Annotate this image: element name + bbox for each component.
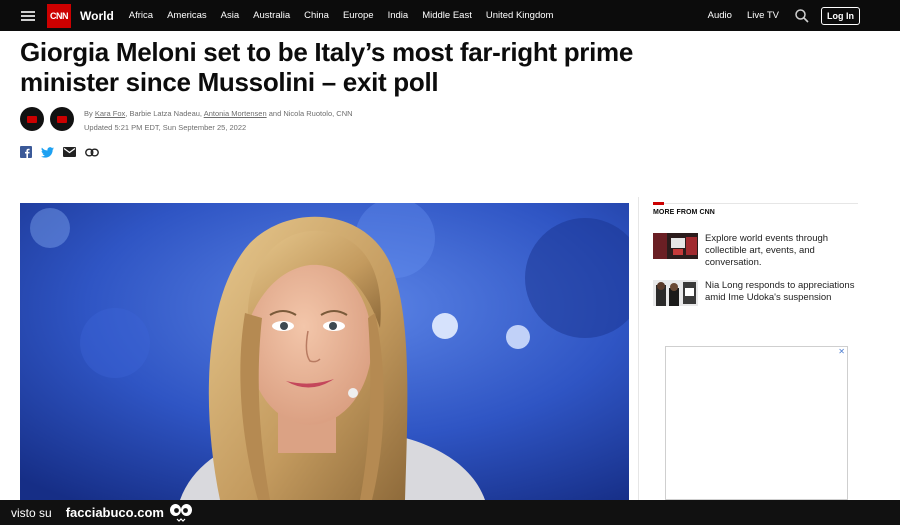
rail-story[interactable]: Explore world events through collectible… bbox=[653, 233, 858, 269]
rail-story-thumbnail[interactable] bbox=[653, 280, 698, 306]
byline: By Kara Fox, Barbie Latza Nadeau, Antoni… bbox=[20, 107, 353, 135]
article-headline: Giorgia Meloni set to be Italy’s most fa… bbox=[20, 37, 634, 97]
nav-links: Africa Americas Asia Australia China Eur… bbox=[129, 10, 568, 21]
more-from-cnn-heading: MORE FROM CNN bbox=[653, 209, 715, 216]
nav-link-united-kingdom[interactable]: United Kingdom bbox=[486, 10, 554, 21]
nav-link-china[interactable]: China bbox=[304, 10, 329, 21]
section-title[interactable]: World bbox=[80, 9, 114, 23]
rail-story-headline[interactable]: Nia Long responds to appreciations amid … bbox=[705, 280, 858, 306]
nav-link-audio[interactable]: Audio bbox=[708, 10, 732, 21]
watermark-eyes-icon bbox=[169, 503, 193, 523]
hamburger-menu-icon[interactable] bbox=[21, 10, 35, 21]
rail-story-headline[interactable]: Explore world events through collectible… bbox=[705, 233, 858, 269]
nav-link-europe[interactable]: Europe bbox=[343, 10, 374, 21]
nav-link-australia[interactable]: Australia bbox=[253, 10, 290, 21]
byline-prefix: By bbox=[84, 109, 93, 118]
watermark-visto-text: visto su bbox=[11, 505, 52, 520]
author-avatar[interactable] bbox=[20, 107, 44, 131]
nav-link-middle-east[interactable]: Middle East bbox=[422, 10, 472, 21]
nav-link-africa[interactable]: Africa bbox=[129, 10, 153, 21]
byline-separator: , Barbie Latza Nadeau, bbox=[125, 109, 204, 118]
nav-link-asia[interactable]: Asia bbox=[221, 10, 239, 21]
rail-story[interactable]: Nia Long responds to appreciations amid … bbox=[653, 280, 858, 306]
nav-right: Audio Live TV Log In bbox=[708, 0, 860, 31]
byline-text: By Kara Fox, Barbie Latza Nadeau, Antoni… bbox=[84, 107, 353, 135]
nav-link-india[interactable]: India bbox=[388, 10, 409, 21]
top-navigation-bar: CNN World Africa Americas Asia Australia… bbox=[0, 0, 900, 31]
email-icon[interactable] bbox=[63, 147, 76, 157]
rail-top-line bbox=[653, 203, 858, 204]
login-button[interactable]: Log In bbox=[821, 6, 860, 25]
ad-close-icon[interactable]: ✕ bbox=[838, 347, 845, 357]
hero-image[interactable] bbox=[20, 203, 629, 500]
updated-timestamp: Updated 5:21 PM EDT, Sun September 25, 2… bbox=[84, 123, 247, 132]
rail-accent-bar bbox=[653, 202, 664, 205]
search-icon[interactable] bbox=[794, 8, 810, 24]
rail-story-thumbnail[interactable] bbox=[653, 233, 698, 259]
nav-link-americas[interactable]: Americas bbox=[167, 10, 207, 21]
twitter-icon[interactable] bbox=[41, 146, 54, 158]
author-avatar[interactable] bbox=[50, 107, 74, 131]
watermark-site-name: facciabuco.com bbox=[65, 505, 164, 520]
byline-separator: and Nicola Ruotolo, CNN bbox=[266, 109, 353, 118]
author-link[interactable]: Kara Fox bbox=[95, 109, 125, 118]
nav-link-live-tv[interactable]: Live TV bbox=[747, 10, 779, 21]
rail-divider bbox=[638, 197, 639, 500]
advertisement-box[interactable]: ✕ bbox=[665, 346, 848, 500]
watermark-bar: visto su facciabuco.com bbox=[0, 500, 900, 525]
cnn-logo[interactable]: CNN bbox=[47, 3, 71, 28]
share-bar bbox=[20, 146, 99, 158]
facebook-icon[interactable] bbox=[20, 146, 32, 158]
link-icon[interactable] bbox=[85, 148, 99, 157]
author-link[interactable]: Antonia Mortensen bbox=[204, 109, 267, 118]
